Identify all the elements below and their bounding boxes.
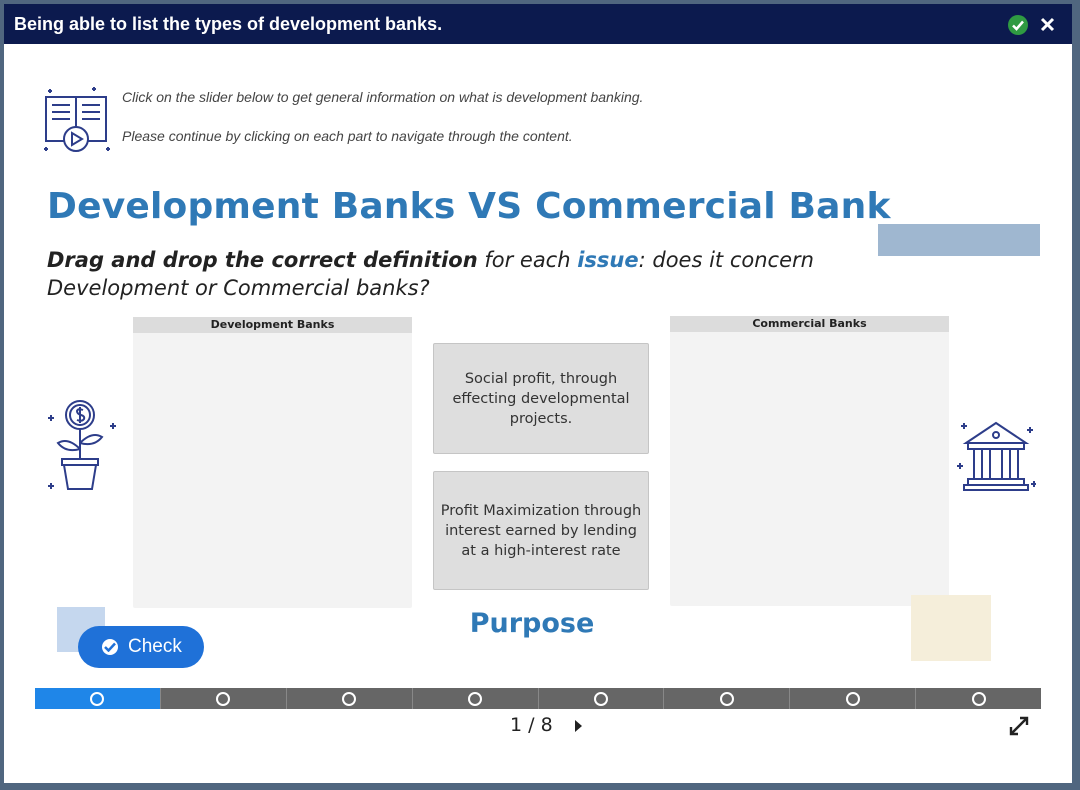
chevron-right-icon[interactable] <box>575 720 582 732</box>
slider-segment-8[interactable] <box>916 688 1041 709</box>
window-title: Being able to list the types of developm… <box>14 14 443 34</box>
slider-dot-icon <box>971 691 986 706</box>
slider-segment-7[interactable] <box>790 688 917 709</box>
slider-dot-icon <box>719 691 734 706</box>
draggable-card-profit-maximization[interactable]: Profit Maximization through interest ear… <box>433 471 649 590</box>
close-icon[interactable] <box>1040 17 1055 32</box>
slider-dot-icon <box>90 691 105 706</box>
progress-slider <box>35 688 1041 709</box>
money-plant-icon <box>48 400 116 490</box>
page-heading: Development Banks VS Commercial Bank <box>47 186 891 227</box>
slider-segment-6[interactable] <box>664 688 791 709</box>
title-bar: Being able to list the types of developm… <box>4 4 1072 44</box>
instruction-bold: Drag and drop the correct definition <box>47 248 478 272</box>
instruction-part-2: for each <box>477 248 578 272</box>
slider-segment-2[interactable] <box>160 688 287 709</box>
slider-dot-icon <box>342 691 357 706</box>
dialog-window: Being able to list the types of developm… <box>4 4 1072 783</box>
slider-segment-1[interactable] <box>35 688 161 709</box>
check-button-label: Check <box>128 636 182 657</box>
slider-segment-3[interactable] <box>286 688 413 709</box>
page-indicator: 1 / 8 <box>510 714 553 736</box>
slider-dot-icon <box>845 691 860 706</box>
slider-segment-5[interactable] <box>538 688 665 709</box>
drop-zone-development-label: Development Banks <box>133 317 412 333</box>
drop-zone-development[interactable]: Development Banks <box>133 317 412 608</box>
expand-icon[interactable] <box>1008 715 1030 737</box>
slider-segment-4[interactable] <box>412 688 539 709</box>
check-button[interactable]: Check <box>78 626 204 668</box>
draggable-card-social-profit[interactable]: Social profit, through effecting develop… <box>433 343 649 454</box>
slider-dot-icon <box>468 691 483 706</box>
drop-zone-commercial-label: Commercial Banks <box>670 316 949 332</box>
book-video-icon <box>44 87 110 152</box>
intro-text-2: Please continue by clicking on each part… <box>122 128 573 144</box>
instruction-accent: issue <box>577 248 639 272</box>
category-label: Purpose <box>469 608 595 639</box>
check-circle-icon[interactable] <box>1008 15 1028 35</box>
drop-zone-commercial[interactable]: Commercial Banks <box>670 316 949 606</box>
slider-dot-icon <box>216 691 231 706</box>
bank-building-icon <box>957 421 1036 491</box>
slider-dot-icon <box>593 691 608 706</box>
intro-text-1: Click on the slider below to get general… <box>122 89 644 105</box>
decorative-square-yellow <box>911 595 991 661</box>
check-circle-icon <box>102 639 118 655</box>
instruction-text: Drag and drop the correct definition for… <box>47 246 887 302</box>
decorative-rectangle <box>878 224 1040 256</box>
